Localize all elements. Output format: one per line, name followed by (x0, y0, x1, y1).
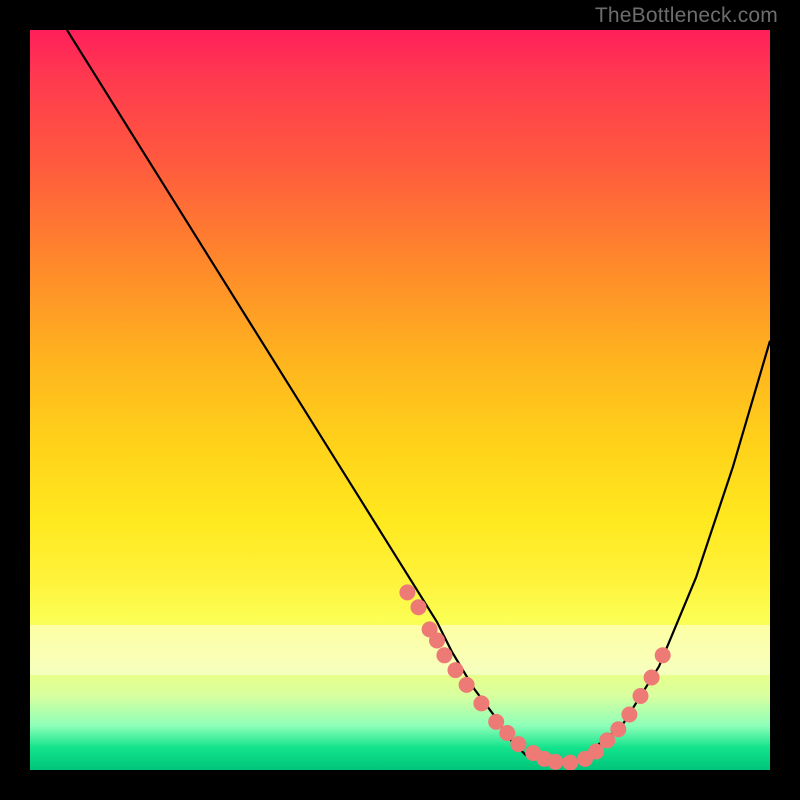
gradient-plot-area (30, 30, 770, 770)
chart-stage: TheBottleneck.com (0, 0, 800, 800)
watermark-text: TheBottleneck.com (595, 4, 778, 28)
